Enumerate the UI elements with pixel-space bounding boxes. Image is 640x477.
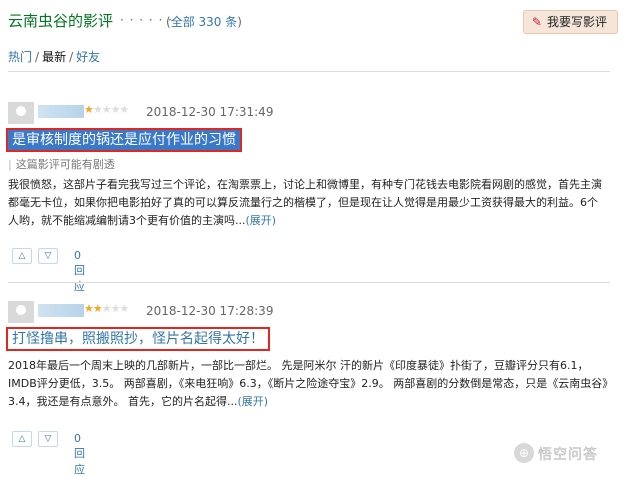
rating-stars: ★★★★★ bbox=[84, 103, 129, 116]
avatar[interactable] bbox=[8, 301, 34, 323]
reply-count-link[interactable]: 0回应 bbox=[74, 249, 85, 294]
all-reviews-link[interactable]: 全部 330 条 bbox=[171, 15, 238, 29]
review-time[interactable]: 2018-12-30 17:31:49 bbox=[146, 105, 273, 119]
review-body-text: 2018年最后一个周末上映的几部新片，一部比一部烂。 先是阿米尔 汗的新片《印度… bbox=[8, 359, 608, 408]
write-review-button[interactable]: ✎ 我要写影评 bbox=[522, 10, 618, 34]
vote-up-button[interactable]: △ bbox=[12, 431, 32, 447]
star-empty-icon: ★★★★ bbox=[92, 103, 129, 116]
vote-up-button[interactable]: △ bbox=[12, 248, 32, 264]
sort-separator: / bbox=[69, 50, 74, 64]
avatar[interactable] bbox=[8, 102, 34, 124]
review-title[interactable]: 打怪撸串，照搬照抄，怪片名起得太好！ bbox=[6, 327, 270, 351]
divider bbox=[8, 282, 610, 283]
total-count: (全部 330 条) bbox=[166, 13, 242, 30]
review-time[interactable]: 2018-12-30 17:28:39 bbox=[146, 304, 273, 318]
spoiler-warning-text: 这篇影评可能有剧透 bbox=[15, 158, 115, 171]
spoiler-warning: | 这篇影评可能有剧透 bbox=[8, 156, 115, 172]
username-redacted[interactable] bbox=[38, 105, 84, 118]
page-title[interactable]: 云南虫谷的影评 bbox=[8, 10, 113, 31]
vote-down-button[interactable]: ▽ bbox=[38, 248, 58, 264]
username-redacted[interactable] bbox=[38, 304, 84, 317]
star-filled-icon: ★ bbox=[84, 103, 94, 116]
pencil-icon: ✎ bbox=[531, 15, 542, 29]
watermark: ⊕ 悟空问答 bbox=[514, 443, 634, 463]
sort-separator: / bbox=[35, 50, 40, 64]
tab-latest[interactable]: 最新 bbox=[42, 50, 66, 64]
tab-hot[interactable]: 热门 bbox=[8, 50, 32, 64]
wukong-logo-icon: ⊕ bbox=[514, 443, 534, 463]
review-body: 我很愤怒，这部片子看完我写过三个评论，在淘票票上，讨论上和微博里，有种专门花钱去… bbox=[8, 176, 608, 230]
review-body: 2018年最后一个周末上映的几部新片，一部比一部烂。 先是阿米尔 汗的新片《印度… bbox=[8, 357, 608, 411]
vote-down-button[interactable]: ▽ bbox=[38, 431, 58, 447]
warning-bar: | bbox=[8, 158, 12, 171]
total-close-paren: ) bbox=[237, 15, 242, 29]
reply-count-link[interactable]: 0回应 bbox=[74, 432, 85, 477]
watermark-text: 悟空问答 bbox=[538, 447, 598, 464]
rating-stars: ★★★★★ bbox=[84, 302, 130, 315]
sort-tabs: 热门 / 最新 / 好友 bbox=[8, 48, 100, 65]
star-empty-icon: ★★★ bbox=[101, 302, 130, 315]
star-filled-icon: ★★ bbox=[84, 302, 103, 315]
tab-friends[interactable]: 好友 bbox=[76, 50, 100, 64]
expand-link[interactable]: (展开) bbox=[237, 395, 268, 408]
expand-link[interactable]: (展开) bbox=[246, 214, 277, 227]
reviews-header: 云南虫谷的影评 · · · · · · (全部 330 条) ✎ 我要写影评 bbox=[8, 10, 632, 34]
write-review-label: 我要写影评 bbox=[546, 15, 607, 29]
divider bbox=[8, 71, 610, 72]
review-body-text: 我很愤怒，这部片子看完我写过三个评论，在淘票票上，讨论上和微博里，有种专门花钱去… bbox=[8, 178, 602, 227]
review-title[interactable]: 是审核制度的锅还是应付作业的习惯 bbox=[6, 128, 242, 152]
